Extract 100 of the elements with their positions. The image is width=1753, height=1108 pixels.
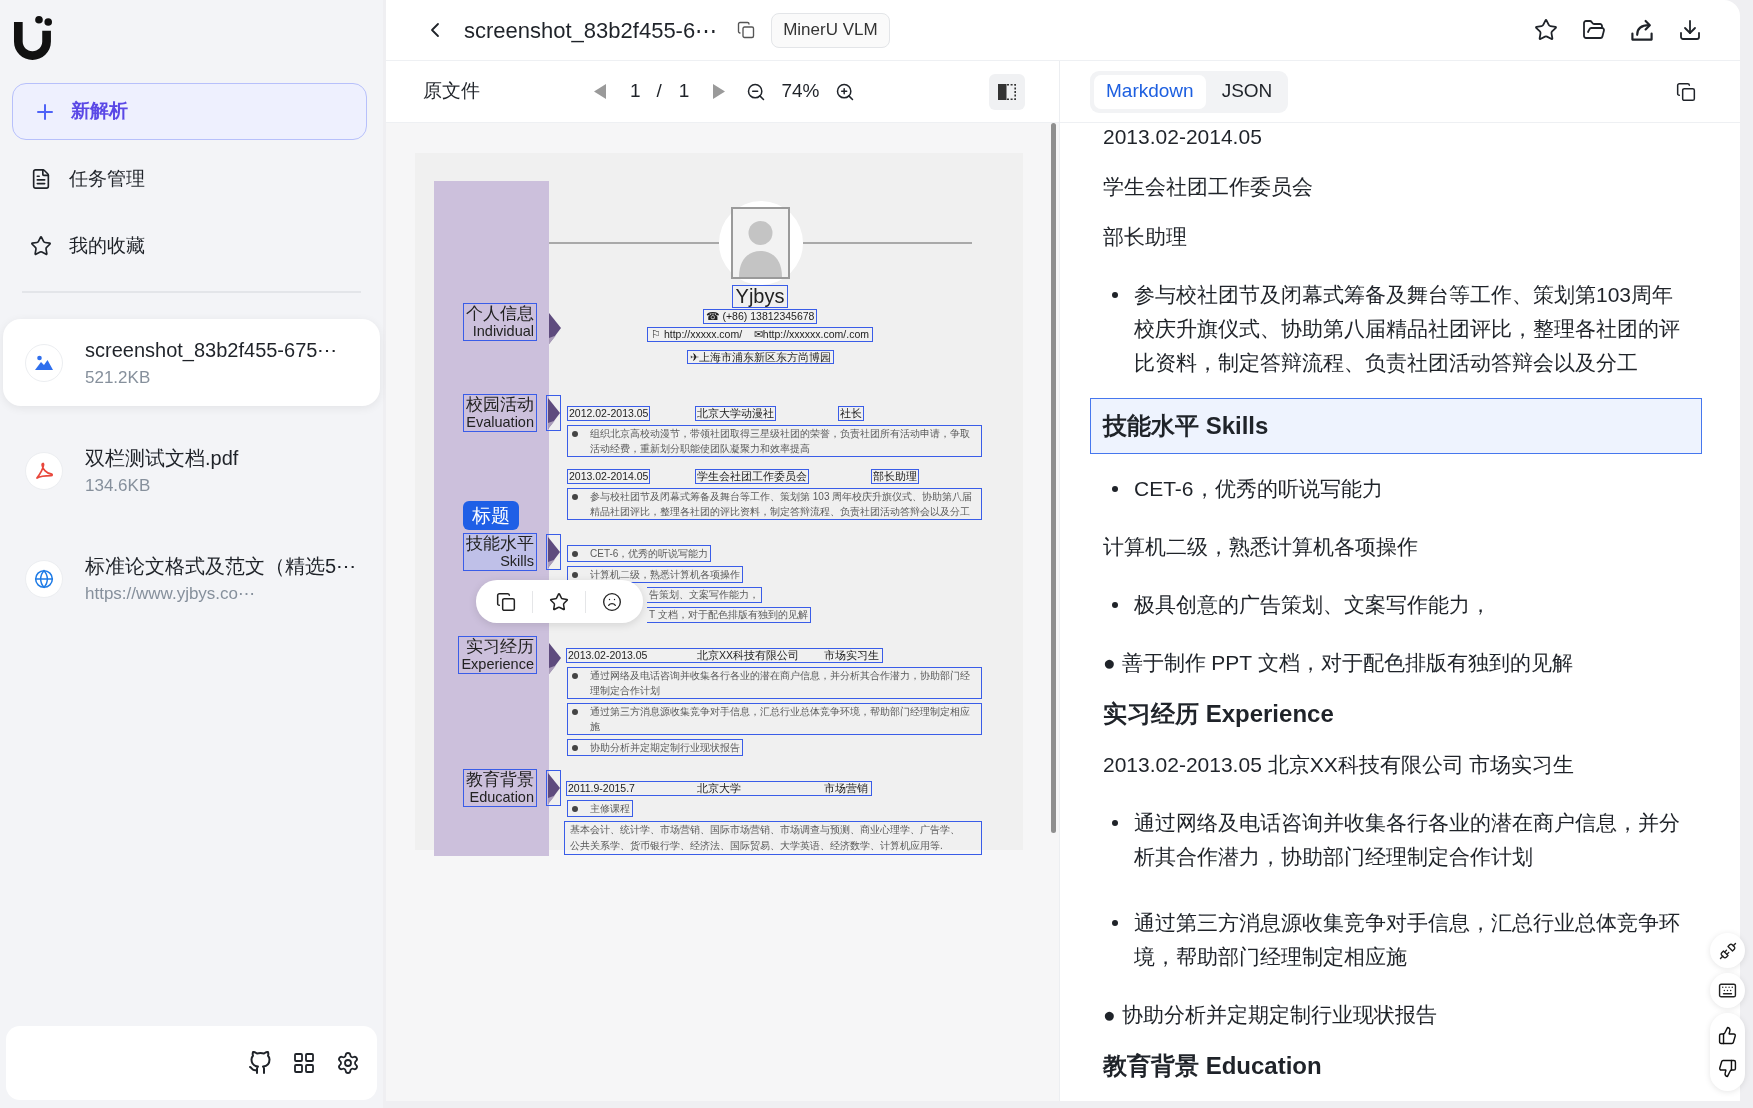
page-number[interactable]: 1 [630,77,641,106]
bullet-text: 通过第三方消息源收集竞争对手信息，汇总行业总体竞争环境，帮助部门经理制定相应施 [590,705,971,734]
share-icon[interactable] [1630,18,1654,42]
copy-icon[interactable] [737,21,756,39]
folder-icon[interactable] [1582,18,1606,42]
bullet-icon [572,551,578,557]
bullet-icon [572,494,578,500]
bullet-text[interactable]: 告策划、文案写作能力， [647,587,762,603]
section-heading: 教育背景 Education [1101,1051,1323,1081]
paragraph-text[interactable]: 基本会计、统计学、市场营销、国际市场营销、市场调查与预测、商业心理学、广告学、公共关系学、货币银行学、经济法、国际贸易、大学英语、经济数学、计算机应用等. [564,821,982,855]
globe-icon [25,559,63,598]
date-text: 2013.02-2013.05 [568,649,649,662]
list-item-text: CET-6，优秀的听说写能力 [1133,476,1384,502]
section-label[interactable]: 校园活动 Evaluation [463,394,537,432]
triangle-icon [548,772,560,804]
page-count: 1 [678,79,690,104]
detection-box[interactable]: 通过网络及电话咨询并收集各行各业的潜在商户信息，并分析其合作潜力，协助部门经理制定合作计划 [567,667,982,699]
bullet-text: 协助分析并定期定制行业现状报告 [590,741,740,755]
paragraph-text: ● 善于制作 PPT 文档，对于配色排版有独到的见解 [1102,650,1574,676]
zoom-level: 74% [781,79,820,104]
file-item[interactable]: 双栏测试文档.pdf 134.6KB [3,427,380,514]
triangle-icon [548,397,560,429]
organization-text[interactable]: 北京大学动漫社 [695,406,776,421]
bullet-icon [572,806,578,812]
file-item[interactable]: 标准论文格式及范文（精选5⋯ https://www.yjbys.co⋯ [3,535,380,622]
tab[interactable]: JSON [1209,74,1285,109]
star-icon[interactable] [549,591,569,612]
date-text[interactable]: 2013.02-2014.05 [567,469,651,484]
list-item-text: 极具创意的广告策划、文案写作能力， [1133,592,1492,618]
keyboard-button[interactable] [1710,973,1745,1008]
nav-item[interactable]: 我的收藏 [0,216,383,276]
section-label[interactable]: 教育背景 Education [463,769,537,807]
frown-icon[interactable] [602,591,622,612]
zoom-out-icon[interactable] [746,81,767,102]
caret-left-icon[interactable] [594,84,606,99]
detection-box[interactable] [546,770,561,806]
section-label[interactable]: 技能水平 Skills [463,533,537,571]
detection-box[interactable]: 2013.02-2013.05 北京XX科技有限公司 市场实习生 [566,648,883,663]
phone-text[interactable]: ☎ (+86) 13812345678 [702,309,818,324]
split-view-button[interactable] [989,73,1025,110]
name-text[interactable]: Yjbys [731,285,789,308]
organization-text[interactable]: 学生会社团工作委员会 [695,469,809,484]
section-label[interactable]: 个人信息 Individual [463,303,537,341]
copy-icon[interactable] [496,591,516,612]
nav-item[interactable]: 任务管理 [0,149,383,209]
thumbs-up-icon[interactable] [1718,1026,1737,1045]
role-text: 市场营销 [824,782,868,795]
list-item-text: 通过网络及电话咨询并收集各行各业的潜在商户信息，并分析其合作潜力，协助部门经理制定合作计划 [1133,810,1681,870]
detection-box[interactable]: 通过第三方消息源收集竞争对手信息，汇总行业总体竞争环境，帮助部门经理制定相应施 [567,703,982,735]
list-item-text: 通过第三方消息源收集竞争对手信息，汇总行业总体竞争环境，帮助部门经理制定相应施 [1133,910,1681,970]
model-badge[interactable]: MinerU VLM [771,12,890,48]
detection-box[interactable]: CET-6，优秀的听说写能力 [567,545,712,562]
role-text[interactable]: 社长 [838,406,864,421]
paragraph-text: 部长助理 [1102,224,1188,250]
detection-box[interactable]: 参与校社团节及闭幕式筹备及舞台等工作、策划第 103 周年校庆升旗仪式、协助第八届精品社团评比，整理各社团的评比资料，制定答辩流程、负责社团活动答辩会以及分工 [567,488,982,520]
plug-button[interactable] [1710,933,1745,968]
star-icon[interactable] [1534,18,1558,42]
github-icon[interactable] [248,1051,272,1075]
triangle-icon [548,536,560,568]
detection-box[interactable]: 主修课程 [567,800,633,817]
document-title: screenshot_83b2f455-6⋯ [464,16,718,45]
organization-text: 北京大学 [697,782,742,795]
caret-right-icon[interactable] [713,84,726,99]
zoom-in-icon[interactable] [835,81,856,102]
grid-icon[interactable] [292,1051,316,1075]
detection-box[interactable] [546,534,561,570]
date-text[interactable]: 2012.02-2013.05 [567,406,651,421]
role-text[interactable]: 部长助理 [871,469,919,484]
settings-icon[interactable] [336,1051,360,1075]
paragraph-text: 2013.02-2013.05 北京XX科技有限公司 市场实习生 [1102,752,1576,778]
detection-box[interactable]: 2011.9-2015.7 北京大学 市场营销 [566,781,872,796]
section-heading: 技能水平 Skills [1090,398,1702,454]
detection-box[interactable] [546,395,561,431]
copy-icon[interactable] [1676,81,1696,102]
image-icon [25,343,63,382]
bullet-text[interactable]: T 文档，对于配色排版有独到的见解 [647,607,811,623]
bullet-icon [1112,920,1118,926]
panel-label: 原文件 [423,79,480,104]
bullet-text: 计算机二级，熟悉计算机各项操作 [590,568,740,582]
bullet-icon [1112,486,1118,492]
download-icon[interactable] [1678,18,1702,42]
bullet-icon [572,572,578,578]
new-parse-button[interactable]: 新解析 [12,83,367,140]
bullet-icon [1112,820,1118,826]
paragraph-text: 计算机二级，熟悉计算机各项操作 [1102,534,1419,560]
detection-box[interactable]: 组织北京高校动漫节，带领社团取得三星级社团的荣誉，负责社团所有活动申请，争取活动经费，重新划分职能使团队凝聚力和效率提高 [567,425,982,457]
detection-box[interactable]: 协助分析并定期定制行业现状报告 [567,739,743,756]
detection-box[interactable]: 计算机二级，熟悉计算机各项操作 [567,566,743,583]
scrollbar[interactable] [1051,123,1056,833]
section-label[interactable]: 实习经历 Experience [458,636,537,674]
tab[interactable]: Markdown [1094,74,1206,109]
thumbs-down-icon[interactable] [1718,1059,1737,1078]
bullet-icon [1112,602,1118,608]
paragraph-text: ● 协助分析并定期定制行业现状报告 [1102,1002,1438,1028]
star-icon [30,235,52,257]
file-item[interactable]: screenshot_83b2f455-675⋯ 521.2KB [3,319,380,406]
bullet-icon [572,709,578,715]
address-text[interactable]: ✈上海市浦东新区东方尚博园 [686,350,834,364]
links-text[interactable]: ⚐ http://xxxxx.com/ ✉http://xxxxxx.com/.com [647,327,873,342]
bullet-text: 参与校社团节及闭幕式筹备及舞台等工作、策划第 103 周年校庆升旗仪式、协助第八届精品社团评比，整理各社团的评比资料，制定答辩流程、负责社团活动答辩会以及分工 [590,490,974,519]
